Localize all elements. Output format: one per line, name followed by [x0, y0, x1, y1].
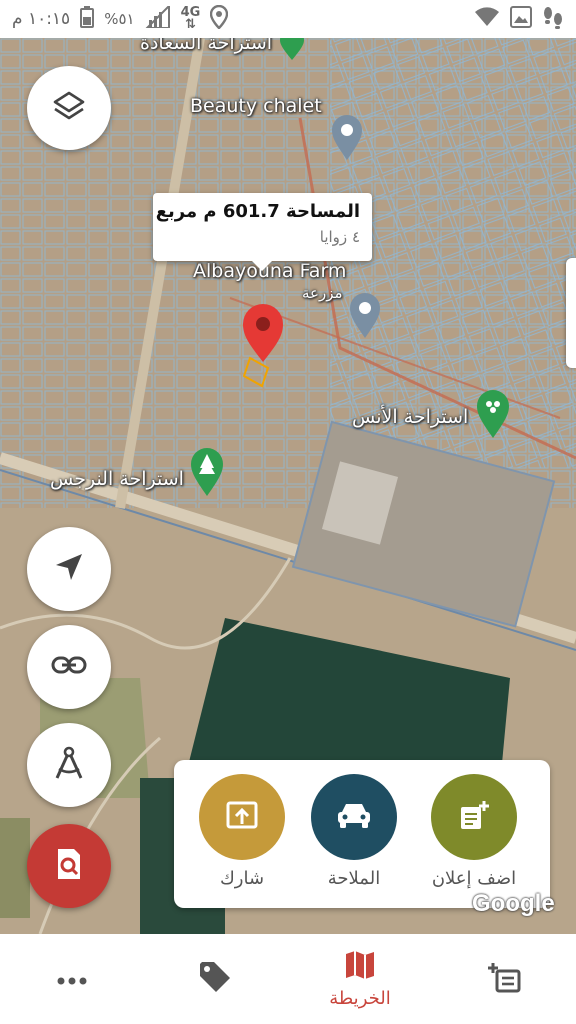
area-text: المساحة 601.7 م مربع: [155, 201, 360, 222]
share-icon: [225, 800, 259, 834]
my-location-button[interactable]: [27, 527, 111, 611]
status-bar: ١٠:١٥ م %٥١ 4G ⇅: [0, 0, 576, 38]
navigate-circle[interactable]: [311, 774, 397, 860]
measure-button[interactable]: [27, 723, 111, 807]
footsteps-icon: [542, 5, 564, 34]
nav-more[interactable]: [40, 934, 104, 1024]
bottom-navigation: الخريطة: [0, 934, 576, 1024]
layers-icon: [52, 89, 86, 127]
add-ad-action[interactable]: اضف إعلان: [424, 774, 524, 889]
signal-icon: [144, 3, 171, 33]
navigate-action[interactable]: الملاحة: [304, 774, 404, 889]
map-label-rest-narjes[interactable]: استراحة النرجس: [50, 468, 184, 490]
location-icon: [210, 4, 229, 34]
map-label-farm-ar: مزرعة: [302, 284, 343, 302]
tag-icon: [198, 960, 232, 998]
add-list-icon: [487, 961, 521, 997]
status-bar-right: [474, 5, 564, 34]
nav-tags[interactable]: [183, 934, 247, 1024]
area-info-callout[interactable]: المساحة 601.7 م مربع ٤ زوايا: [153, 193, 372, 271]
car-icon: [335, 800, 373, 834]
map-label-place-top[interactable]: استراحة السعادة: [140, 38, 272, 54]
map-label-rest-alons[interactable]: استراحة الأنس: [352, 406, 468, 428]
side-drawer-handle[interactable]: [566, 258, 576, 368]
share-circle[interactable]: [199, 774, 285, 860]
status-time: ١٠:١٥ م: [12, 9, 71, 29]
add-note-icon: [457, 799, 491, 835]
share-label: شارك: [219, 868, 265, 889]
nav-map-label: الخريطة: [329, 987, 391, 1009]
share-action[interactable]: شارك: [192, 774, 292, 889]
navigation-arrow-icon: [54, 552, 84, 586]
battery-icon: [80, 5, 95, 33]
nav-add-list[interactable]: [472, 934, 536, 1024]
action-card: شارك الملاحة اضف إعلان: [174, 760, 550, 908]
gallery-icon: [510, 5, 532, 33]
layers-button[interactable]: [27, 66, 111, 150]
navigate-label: الملاحة: [327, 868, 381, 889]
status-bar-left: ١٠:١٥ م %٥١ 4G ⇅: [12, 3, 229, 34]
link-icon: [51, 655, 87, 679]
network-type: 4G ⇅: [180, 5, 201, 32]
more-dots-icon: [57, 970, 87, 989]
google-watermark: Google: [472, 890, 555, 917]
link-button[interactable]: [27, 625, 111, 709]
compass-measure-icon: [53, 745, 85, 785]
add-ad-circle[interactable]: [431, 774, 517, 860]
battery-percent: %٥١: [104, 10, 135, 28]
add-ad-label: اضف إعلان: [431, 868, 517, 889]
search-parcel-button[interactable]: [27, 824, 111, 908]
map-label-beauty-chalet[interactable]: Beauty chalet: [190, 95, 322, 117]
corners-text: ٤ زوايا: [319, 228, 360, 246]
wifi-icon: [474, 6, 500, 32]
map-icon: [344, 950, 376, 984]
nav-map[interactable]: الخريطة: [310, 934, 410, 1024]
search-document-icon: [54, 847, 84, 885]
